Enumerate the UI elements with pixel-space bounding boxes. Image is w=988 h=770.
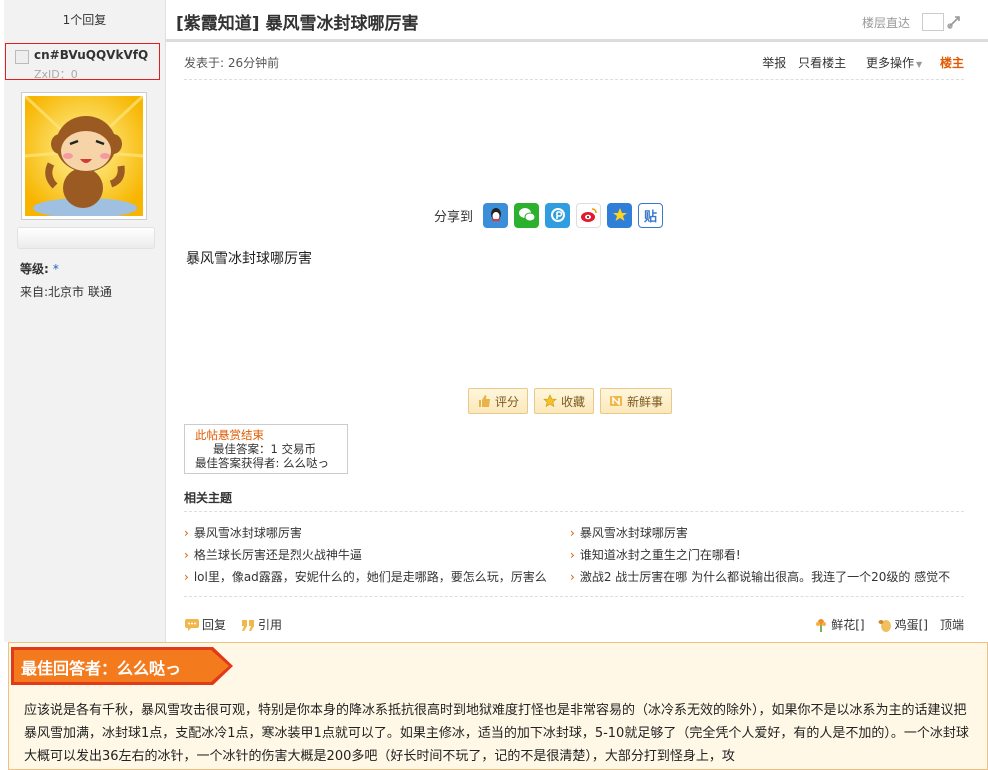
level-star: * — [52, 262, 59, 276]
related-item[interactable]: › 激战2 战士厉害在哪 为什么都说输出很高。我连了一个20级的 感觉不 — [570, 568, 964, 585]
related-item-label: 谁知道冰封之重生之门在哪看! — [579, 548, 741, 562]
author-sidebar: cn#BVuQQVkVfQ ZxID：0 等级: * 来自:北京市 联通 — [4, 42, 166, 642]
flower-icon — [816, 618, 827, 632]
fresh-news-label: 新鲜事 — [627, 394, 664, 409]
related-item[interactable]: › lol里，像ad露露，安妮什么的，她们是走哪路，要怎么玩，厉害么 — [184, 568, 564, 585]
related-title: 相关主题 — [184, 491, 233, 505]
quote-icon — [242, 619, 255, 631]
quote-button[interactable]: 引用 — [240, 616, 282, 633]
star-icon — [543, 394, 557, 408]
related-item-label: lol里，像ad露露，安妮什么的，她们是走哪路，要怎么玩，厉害么 — [193, 570, 547, 584]
post-footer-left: 回复 引用 — [184, 616, 296, 633]
floor-jump-input[interactable] — [922, 13, 944, 31]
thread-header: 1个回复 [紫霞知道] 暴风雪冰封球哪厉害 楼层直达 — [4, 0, 988, 42]
back-to-top-link[interactable]: 顶端 — [940, 616, 964, 633]
avatar[interactable] — [21, 92, 147, 220]
author-box[interactable]: cn#BVuQQVkVfQ ZxID：0 — [5, 43, 160, 81]
weibo-icon[interactable] — [576, 202, 602, 228]
pengyou-icon[interactable] — [545, 202, 571, 228]
divider — [184, 596, 964, 597]
related-item-label: 格兰球长厉害还是烈火战神牛逼 — [193, 548, 362, 562]
best-answer-text: 应该说是各有千秋，暴风雪攻击很可观，特别是你本身的降冰系抵抗很高时到地狱难度打怪… — [24, 703, 969, 764]
news-icon — [610, 396, 623, 406]
related-item[interactable]: › 暴风雪冰封球哪厉害 — [570, 524, 964, 541]
wechat-icon[interactable] — [514, 202, 540, 228]
reply-count: 1个回复 — [4, 0, 166, 42]
best-answer-tag: 最佳回答者：么么哒っ — [11, 647, 233, 685]
page: 1个回复 [紫霞知道] 暴风雪冰封球哪厉害 楼层直达 cn#BVuQQVkVfQ… — [4, 0, 988, 770]
reply-button[interactable]: 回复 — [184, 616, 226, 633]
only-op-link[interactable]: 只看楼主 — [798, 56, 846, 70]
favorite-label: 收藏 — [561, 394, 586, 409]
egg-icon — [878, 619, 891, 632]
egg-label: 鸡蛋[] — [894, 618, 928, 632]
post-footer-right: 鲜花[] 鸡蛋[] 顶端 — [801, 616, 964, 633]
user-location: 来自:北京市 联通 — [20, 285, 112, 299]
author-zxid: ZxID：0 — [34, 68, 78, 81]
arrow-right-icon: › — [184, 548, 189, 562]
egg-button[interactable]: 鸡蛋[] — [877, 616, 928, 633]
divider — [184, 79, 964, 80]
arrow-right-icon: › — [184, 526, 189, 540]
fresh-news-button[interactable]: 新鲜事 — [600, 388, 673, 414]
best-answer-panel: 最佳回答者：么么哒っ 应该说是各有千秋，暴风雪攻击很可观，特别是你本身的降冰系抵… — [8, 642, 988, 770]
reply-icon — [185, 618, 199, 631]
reply-label: 回复 — [202, 618, 227, 632]
rate-label: 评分 — [495, 394, 520, 409]
arrow-right-icon: › — [570, 548, 575, 562]
reward-best-answer: 最佳答案：1 交易币 — [213, 442, 316, 456]
user-icon — [15, 50, 29, 64]
share-bar: 分享到 贴 — [434, 202, 669, 228]
related-item-label: 暴风雪冰封球哪厉害 — [193, 526, 302, 540]
reward-winner: 最佳答案获得者: 么么哒っ — [195, 456, 330, 470]
user-level: 等级: * — [20, 260, 59, 277]
flower-button[interactable]: 鲜花[] — [813, 616, 865, 633]
favorite-button[interactable]: 收藏 — [534, 388, 595, 414]
more-ops-menu[interactable]: 更多操作 ▼ — [858, 56, 922, 70]
arrow-right-icon: › — [184, 570, 189, 584]
divider — [184, 511, 964, 512]
chevron-down-icon: ▼ — [916, 60, 923, 69]
thread-title: [紫霞知道] 暴风雪冰封球哪厉害 — [176, 14, 419, 34]
floor-jump-go-icon[interactable] — [946, 14, 962, 30]
thumb-up-icon — [479, 395, 490, 407]
reward-box: 此帖悬赏结束 最佳答案：1 交易币 最佳答案获得者: 么么哒っ — [184, 424, 348, 474]
related-item-label: 暴风雪冰封球哪厉害 — [579, 526, 688, 540]
qq-icon[interactable] — [483, 202, 509, 228]
related-item[interactable]: › 格兰球长厉害还是烈火战神牛逼 — [184, 546, 564, 563]
level-label: 等级: — [20, 262, 49, 276]
arrow-right-icon: › — [570, 526, 575, 540]
post-body: 暴风雪冰封球哪厉害 — [186, 251, 312, 267]
author-name[interactable]: cn#BVuQQVkVfQ — [34, 48, 148, 62]
medal-bar — [17, 227, 155, 249]
related-item[interactable]: › 谁知道冰封之重生之门在哪看! — [570, 546, 964, 563]
more-ops-label: 更多操作 — [865, 56, 914, 70]
op-badge: 楼主 — [939, 56, 964, 70]
post-ops: 举报 只看楼主 更多操作 ▼ 楼主 — [754, 54, 964, 71]
share-label: 分享到 — [434, 209, 474, 225]
arrow-right-icon: › — [570, 570, 575, 584]
best-answer-author: 最佳回答者：么么哒っ — [21, 659, 182, 678]
reward-status: 此帖悬赏结束 — [195, 428, 264, 442]
qzone-icon[interactable] — [607, 202, 633, 228]
floor-jump-label: 楼层直达 — [861, 16, 910, 30]
related-item[interactable]: › 暴风雪冰封球哪厉害 — [184, 524, 564, 541]
quote-label: 引用 — [258, 618, 283, 632]
post-actions: 评分 收藏 新鲜事 — [468, 388, 678, 414]
related-item-label: 激战2 战士厉害在哪 为什么都说输出很高。我连了一个20级的 感觉不 — [579, 570, 951, 584]
tieba-icon[interactable]: 贴 — [638, 202, 664, 228]
report-link[interactable]: 举报 — [762, 56, 786, 70]
post-time: 发表于: 26分钟前 — [184, 56, 280, 70]
rate-button[interactable]: 评分 — [468, 388, 529, 414]
flower-label: 鲜花[] — [831, 618, 865, 632]
